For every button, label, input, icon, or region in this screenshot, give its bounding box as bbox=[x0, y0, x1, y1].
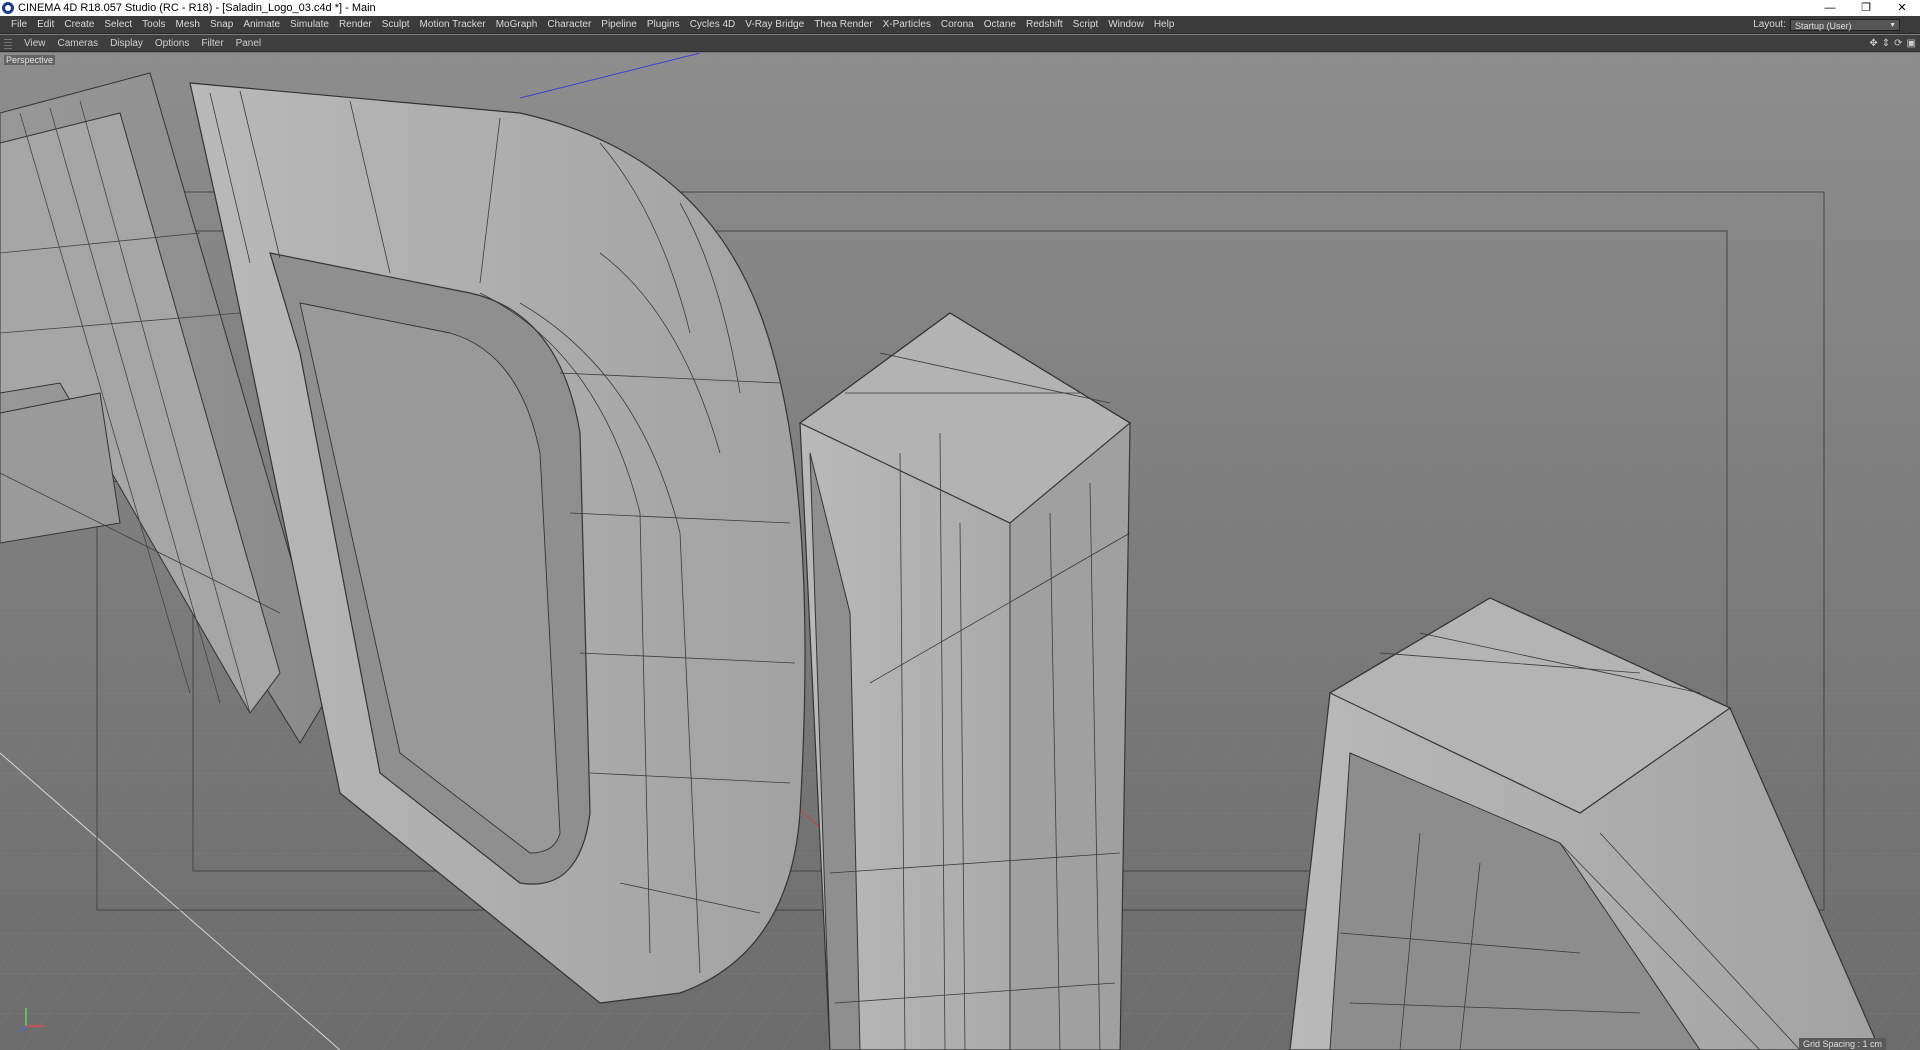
close-button[interactable]: ✕ bbox=[1884, 0, 1920, 16]
camera-label[interactable]: Perspective bbox=[4, 55, 56, 65]
menu-redshift[interactable]: Redshift bbox=[1021, 16, 1068, 34]
3d-viewport[interactable]: Perspective Grid Spacing : 1 cm bbox=[0, 53, 1920, 1050]
window-controls: — ❐ ✕ bbox=[1812, 0, 1920, 16]
viewport-menu-display[interactable]: Display bbox=[104, 35, 149, 52]
layout-switcher: Layout: Startup (User) ▼ bbox=[1753, 16, 1900, 34]
viewport-menu-filter[interactable]: Filter bbox=[195, 35, 229, 52]
zoom-view-icon[interactable]: ⇕ bbox=[1882, 35, 1890, 52]
chevron-down-icon: ▼ bbox=[1889, 22, 1896, 29]
menu-cycles-4d[interactable]: Cycles 4D bbox=[685, 16, 741, 34]
menu-simulate[interactable]: Simulate bbox=[285, 16, 334, 34]
viewport-scene bbox=[0, 53, 1920, 1050]
restore-button[interactable]: ❐ bbox=[1848, 0, 1884, 16]
menu-octane[interactable]: Octane bbox=[979, 16, 1021, 34]
menu-tools[interactable]: Tools bbox=[137, 16, 170, 34]
maximize-view-icon[interactable]: ▣ bbox=[1907, 35, 1916, 52]
main-menu-bar: File Edit Create Select Tools Mesh Snap … bbox=[0, 16, 1920, 34]
menu-create[interactable]: Create bbox=[59, 16, 99, 34]
menu-animate[interactable]: Animate bbox=[238, 16, 285, 34]
letter-i-mesh bbox=[798, 312, 1132, 1050]
menu-file[interactable]: File bbox=[6, 16, 32, 34]
menu-plugins[interactable]: Plugins bbox=[642, 16, 685, 34]
menu-pipeline[interactable]: Pipeline bbox=[596, 16, 642, 34]
menu-script[interactable]: Script bbox=[1068, 16, 1104, 34]
layout-value: Startup (User) bbox=[1795, 21, 1852, 31]
rotate-view-icon[interactable]: ⟳ bbox=[1894, 35, 1902, 52]
viewport-menu-options[interactable]: Options bbox=[149, 35, 195, 52]
viewport-nav-icons: ✥ ⇕ ⟳ ▣ bbox=[1869, 35, 1916, 52]
cinema4d-logo-icon bbox=[2, 2, 14, 14]
menu-snap[interactable]: Snap bbox=[205, 16, 238, 34]
viewport-menu-panel[interactable]: Panel bbox=[230, 35, 268, 52]
panel-grip-handle[interactable] bbox=[4, 37, 12, 49]
menu-select[interactable]: Select bbox=[99, 16, 137, 34]
menu-corona[interactable]: Corona bbox=[936, 16, 979, 34]
viewport-menu-cameras[interactable]: Cameras bbox=[52, 35, 105, 52]
move-view-icon[interactable]: ✥ bbox=[1869, 35, 1877, 52]
layout-label: Layout: bbox=[1753, 19, 1786, 30]
menu-motion-tracker[interactable]: Motion Tracker bbox=[415, 16, 491, 34]
menu-mograph[interactable]: MoGraph bbox=[491, 16, 543, 34]
grid-spacing-readout: Grid Spacing : 1 cm bbox=[1798, 1038, 1886, 1050]
menu-vray-bridge[interactable]: V-Ray Bridge bbox=[740, 16, 809, 34]
menu-thea-render[interactable]: Thea Render bbox=[809, 16, 877, 34]
axis-gizmo-icon bbox=[19, 1008, 44, 1033]
menu-render[interactable]: Render bbox=[334, 16, 377, 34]
menu-window[interactable]: Window bbox=[1103, 16, 1149, 34]
title-bar: CINEMA 4D R18.057 Studio (RC - R18) - [S… bbox=[0, 0, 1920, 16]
minimize-button[interactable]: — bbox=[1812, 0, 1848, 16]
viewport-toolbar: View Cameras Display Options Filter Pane… bbox=[0, 35, 1920, 52]
menu-mesh[interactable]: Mesh bbox=[171, 16, 205, 34]
layout-dropdown[interactable]: Startup (User) ▼ bbox=[1790, 19, 1900, 31]
window-title: CINEMA 4D R18.057 Studio (RC - R18) - [S… bbox=[18, 2, 376, 14]
menu-x-particles[interactable]: X-Particles bbox=[878, 16, 936, 34]
viewport-menu-view[interactable]: View bbox=[18, 35, 52, 52]
menu-character[interactable]: Character bbox=[542, 16, 596, 34]
menu-edit[interactable]: Edit bbox=[32, 16, 59, 34]
menu-help[interactable]: Help bbox=[1149, 16, 1180, 34]
menu-sculpt[interactable]: Sculpt bbox=[377, 16, 415, 34]
